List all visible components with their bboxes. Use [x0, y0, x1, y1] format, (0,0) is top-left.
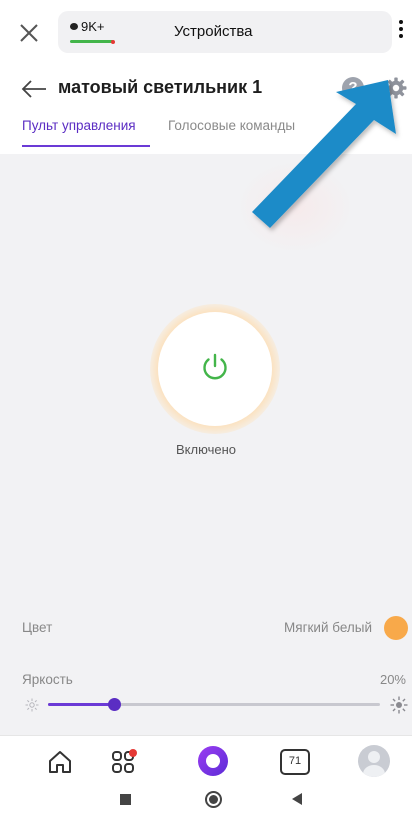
active-tab-indicator: [22, 145, 150, 147]
brightness-slider-fill: [48, 703, 115, 706]
calendar-icon[interactable]: 71: [280, 749, 310, 775]
home-icon[interactable]: [46, 748, 74, 776]
brightness-slider-thumb[interactable]: [108, 698, 122, 711]
apps-icon[interactable]: [110, 748, 138, 776]
color-swatch[interactable]: [384, 616, 408, 640]
arrow-left-icon[interactable]: [20, 78, 48, 100]
badge-count: 9K+: [81, 19, 105, 34]
device-title: матовый светильник 1: [58, 77, 263, 97]
brightness-slider[interactable]: [48, 703, 380, 706]
color-value[interactable]: Мягкий белый: [284, 620, 372, 635]
recents-icon[interactable]: [120, 794, 131, 805]
color-label: Цвет: [22, 620, 53, 635]
notification-badge[interactable]: 9K+: [70, 19, 105, 34]
profile-icon[interactable]: [358, 745, 390, 777]
back-triangle-icon[interactable]: [292, 793, 302, 805]
tab-control-panel[interactable]: Пульт управления: [22, 118, 136, 133]
more-menu-icon[interactable]: [396, 20, 406, 44]
top-bar: 9K+ Устройства: [0, 0, 412, 66]
system-navigation: [0, 785, 412, 815]
sun-small-icon: [25, 698, 39, 712]
power-status: Включено: [176, 442, 236, 457]
home-circle-icon[interactable]: [205, 791, 222, 808]
chat-icon: [70, 23, 78, 30]
badge-alert-dot: [111, 40, 115, 44]
power-icon: [203, 353, 227, 380]
sun-large-icon: [390, 696, 408, 714]
title-pill[interactable]: 9K+ Устройства: [58, 11, 392, 53]
badge-progress: [70, 40, 114, 43]
alice-icon[interactable]: [198, 746, 228, 776]
power-button[interactable]: [158, 312, 272, 426]
annotation-arrow-icon: [252, 80, 396, 228]
close-icon[interactable]: [14, 18, 44, 48]
pill-title: Устройства: [174, 23, 253, 40]
brightness-label: Яркость: [22, 672, 73, 687]
brightness-value: 20%: [379, 672, 406, 687]
bottom-navigation: 71: [0, 735, 412, 785]
